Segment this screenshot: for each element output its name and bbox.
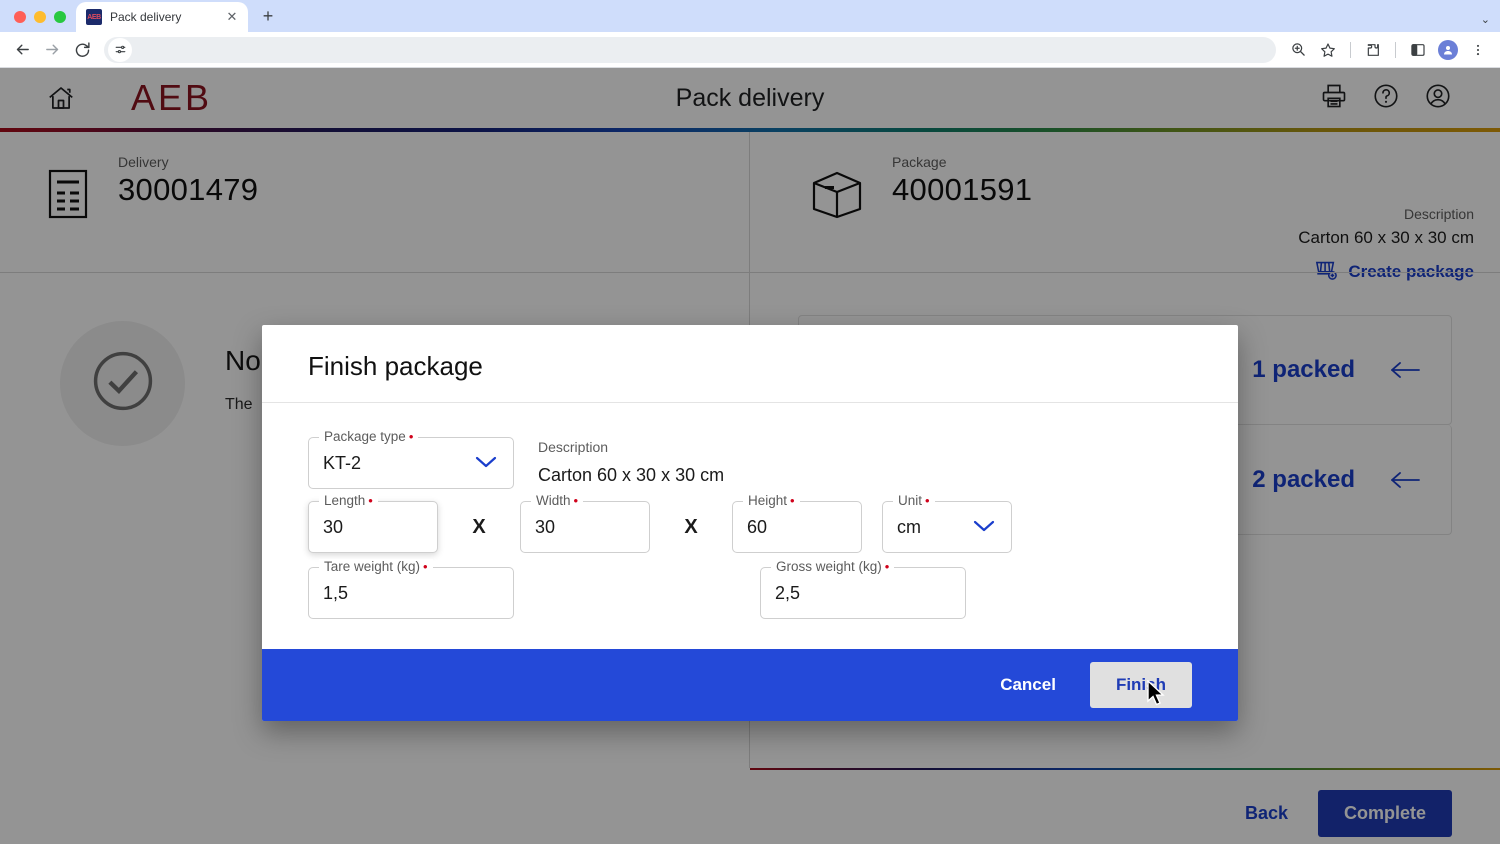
finish-package-dialog: Finish package Package type• KT-2 Desc	[262, 325, 1238, 721]
dimension-separator-1: X	[438, 516, 520, 539]
required-marker: •	[423, 559, 428, 574]
width-label: Width•	[531, 493, 583, 508]
required-marker: •	[409, 429, 414, 444]
kebab-menu-icon[interactable]	[1464, 36, 1492, 64]
width-input[interactable]: Width• 30	[520, 501, 650, 553]
unit-select[interactable]: Unit• cm	[882, 501, 1012, 553]
toolbar-divider	[1350, 42, 1351, 58]
arrow-left-icon[interactable]	[8, 36, 36, 64]
chevron-down-icon[interactable]: ⌄	[1481, 13, 1490, 26]
tab-favicon: AEB	[86, 9, 102, 25]
dialog-title: Finish package	[308, 351, 1192, 382]
reload-icon[interactable]	[68, 36, 96, 64]
dialog-description: Description Carton 60 x 30 x 30 cm	[538, 437, 724, 486]
length-label: Length•	[319, 493, 378, 508]
weights-row: Tare weight (kg)• 1,5 Gross weight (kg)•…	[308, 567, 1192, 619]
gross-weight-input[interactable]: Gross weight (kg)• 2,5	[760, 567, 966, 619]
finish-button[interactable]: Finish	[1090, 662, 1192, 708]
sliders-icon[interactable]	[108, 38, 132, 62]
package-type-label: Package type•	[319, 429, 418, 444]
package-type-row: Package type• KT-2 Description Carton 60…	[308, 437, 1192, 489]
cancel-button[interactable]: Cancel	[982, 663, 1074, 707]
dialog-description-label: Description	[538, 439, 724, 455]
required-marker: •	[368, 493, 373, 508]
browser-tab[interactable]: AEB Pack delivery ✕	[76, 2, 248, 32]
package-type-select[interactable]: Package type• KT-2	[308, 437, 514, 489]
height-value: 60	[747, 517, 767, 538]
length-value: 30	[323, 517, 343, 538]
star-icon[interactable]	[1314, 36, 1342, 64]
tare-weight-value: 1,5	[323, 583, 348, 604]
length-input[interactable]: Length• 30	[308, 501, 438, 553]
tare-weight-input[interactable]: Tare weight (kg)• 1,5	[308, 567, 514, 619]
minimize-window-button[interactable]	[34, 11, 46, 23]
window-traffic-lights	[10, 11, 76, 32]
dialog-footer: Cancel Finish	[262, 649, 1238, 721]
browser-window: AEB Pack delivery ✕ + ⌄	[0, 0, 1500, 844]
profile-avatar-icon[interactable]	[1434, 36, 1462, 64]
dialog-description-value: Carton 60 x 30 x 30 cm	[538, 465, 724, 486]
browser-tabstrip: AEB Pack delivery ✕ + ⌄	[0, 0, 1500, 32]
side-panel-icon[interactable]	[1404, 36, 1432, 64]
required-marker: •	[574, 493, 579, 508]
app-page: AEB Pack delivery	[0, 68, 1500, 844]
chevron-down-icon[interactable]	[473, 454, 499, 473]
toolbar-actions	[1284, 36, 1492, 64]
unit-value: cm	[897, 517, 921, 538]
gross-weight-label: Gross weight (kg)•	[771, 559, 894, 574]
puzzle-icon[interactable]	[1359, 36, 1387, 64]
weights-spacer	[514, 567, 760, 619]
dimension-separator-2: X	[650, 516, 732, 539]
chevron-down-icon[interactable]	[971, 518, 997, 537]
tab-title: Pack delivery	[110, 10, 216, 24]
address-bar[interactable]	[104, 37, 1276, 63]
arrow-right-icon[interactable]	[38, 36, 66, 64]
dialog-header: Finish package	[262, 325, 1238, 403]
zoom-icon[interactable]	[1284, 36, 1312, 64]
plus-icon[interactable]: +	[254, 2, 282, 30]
close-window-button[interactable]	[14, 11, 26, 23]
dimensions-row: Length• 30 X Width• 30 X Height•	[308, 501, 1192, 553]
required-marker: •	[790, 493, 795, 508]
required-marker: •	[885, 559, 890, 574]
toolbar-divider-2	[1395, 42, 1396, 58]
package-type-value: KT-2	[323, 453, 361, 474]
gross-weight-value: 2,5	[775, 583, 800, 604]
maximize-window-button[interactable]	[54, 11, 66, 23]
unit-label: Unit•	[893, 493, 935, 508]
close-icon[interactable]: ✕	[224, 9, 240, 25]
browser-toolbar	[0, 32, 1500, 68]
required-marker: •	[925, 493, 930, 508]
width-value: 30	[535, 517, 555, 538]
height-label: Height•	[743, 493, 800, 508]
dialog-body: Package type• KT-2 Description Carton 60…	[262, 403, 1238, 649]
height-input[interactable]: Height• 60	[732, 501, 862, 553]
tare-weight-label: Tare weight (kg)•	[319, 559, 433, 574]
